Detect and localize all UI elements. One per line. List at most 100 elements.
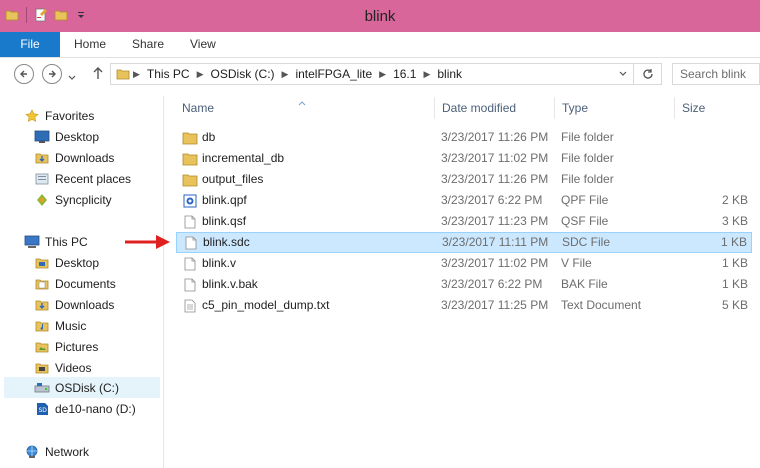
nav-item-desktop[interactable]: Desktop [34,126,99,147]
breadcrumb-separator: ▶ [281,68,289,79]
nav-label: Documents [55,276,116,291]
folder-icon [182,130,198,146]
column-divider[interactable] [554,97,555,119]
column-divider[interactable] [434,97,435,119]
pane-divider[interactable] [163,96,164,468]
refresh-button[interactable] [634,63,662,85]
nav-label: Favorites [45,108,95,123]
column-divider[interactable] [674,97,675,119]
nav-label: This PC [45,234,88,249]
file-row-c5-pin-model-dump[interactable]: c5_pin_model_dump.txt 3/23/2017 11:25 PM… [176,295,752,316]
sd-card-icon: SD [34,401,50,417]
title-bar: blink [0,0,760,32]
nav-item-music[interactable]: Music [34,315,86,336]
pictures-icon [34,339,50,355]
up-button[interactable] [92,66,104,83]
address-history-button[interactable] [619,71,627,77]
file-row-db[interactable]: db 3/23/2017 11:26 PM File folder [176,127,752,148]
nav-item-syncplicity[interactable]: Syncplicity [34,189,112,210]
forward-button[interactable] [42,64,62,84]
nav-item-osdisk[interactable]: OSDisk (C:) [4,377,160,398]
tab-view[interactable]: View [190,32,216,57]
downloads-icon [34,150,50,166]
column-header-type[interactable]: Type [562,97,588,119]
file-name: blink.v [202,256,237,270]
nav-item-network[interactable]: Network [24,441,89,462]
text-document-icon [182,298,198,314]
nav-label: OSDisk (C:) [55,380,119,395]
file-row-blink-v-bak[interactable]: blink.v.bak 3/23/2017 6:22 PM BAK File 1… [176,274,752,295]
file-row-blink-v[interactable]: blink.v 3/23/2017 11:02 PM V File 1 KB [176,253,752,274]
nav-item-favorites[interactable]: Favorites [24,105,94,126]
folder-icon [182,172,198,188]
nav-item-videos[interactable]: Videos [34,357,91,378]
breadcrumb-intelfpga-lite[interactable]: intelFPGA_lite [291,67,376,81]
nav-label: Recent places [55,171,132,186]
file-size: 2 KB [721,193,748,207]
nav-label: Desktop [55,129,100,144]
red-arrow-annotation-icon [124,233,174,254]
file-name-cell: blink.sdc [183,232,250,253]
file-name: db [202,130,216,144]
file-size: 1 KB [721,277,748,291]
file-name-cell: c5_pin_model_dump.txt [182,295,329,316]
chevron-down-icon [619,71,627,76]
breadcrumb-blink[interactable]: blink [433,67,466,81]
tab-home[interactable]: Home [74,32,106,57]
file-date: 3/23/2017 11:11 PM [442,235,549,249]
file-icon [183,235,199,251]
breadcrumb-this-pc[interactable]: This PC [143,67,194,81]
nav-item-de10-nano[interactable]: SD de10-nano (D:) [34,398,136,419]
search-input[interactable]: Search blink [672,63,760,85]
file-type: File folder [561,151,614,165]
file-row-blink-sdc[interactable]: blink.sdc 3/23/2017 11:11 PM SDC File 1 … [176,232,752,253]
file-date: 3/23/2017 11:25 PM [441,298,549,312]
breadcrumb-separator: ▶ [423,68,431,79]
nav-label: Downloads [55,297,115,312]
back-button[interactable] [14,64,34,84]
syncplicity-icon [34,192,50,208]
nav-item-pictures[interactable]: Pictures [34,336,98,357]
column-header-name[interactable]: Name [182,97,214,119]
tab-file[interactable]: File [0,32,60,57]
file-type: SDC File [562,235,611,249]
file-type: File folder [561,172,614,186]
file-icon [182,277,198,293]
refresh-icon [642,69,653,79]
nav-item-recent-places[interactable]: Recent places [34,168,131,189]
network-icon [24,444,40,460]
file-row-output-files[interactable]: output_files 3/23/2017 11:26 PM File fol… [176,169,752,190]
folder-icon [116,67,130,81]
file-size: 1 KB [721,256,748,270]
videos-icon [34,360,50,376]
file-row-blink-qsf[interactable]: blink.qsf 3/23/2017 11:23 PM QSF File 3 … [176,211,752,232]
breadcrumb-separator: ▶ [133,68,140,79]
column-header-size[interactable]: Size [682,97,705,119]
breadcrumb-16-1[interactable]: 16.1 [389,67,420,81]
folder-icon [182,151,198,167]
nav-label: Desktop [55,255,100,270]
file-row-blink-qpf[interactable]: blink.qpf 3/23/2017 6:22 PM QPF File 2 K… [176,190,752,211]
file-date: 3/23/2017 11:23 PM [441,214,549,228]
file-name: blink.qsf [202,214,247,228]
breadcrumb-separator: ▶ [196,68,204,79]
file-name: blink.sdc [203,235,250,249]
nav-item-downloads[interactable]: Downloads [34,147,114,168]
nav-item-documents[interactable]: Documents [34,273,116,294]
nav-item-this-pc[interactable]: This PC [24,231,88,252]
recent-locations-button[interactable] [68,70,76,84]
file-date: 3/23/2017 11:26 PM [441,172,549,186]
nav-item-pc-desktop[interactable]: Desktop [34,252,99,273]
column-header-date[interactable]: Date modified [442,97,516,119]
file-type: BAK File [561,277,608,291]
nav-item-pc-downloads[interactable]: Downloads [34,294,114,315]
file-row-incremental-db[interactable]: incremental_db 3/23/2017 11:02 PM File f… [176,148,752,169]
tab-share[interactable]: Share [132,32,164,57]
address-bar[interactable]: ▶ This PC ▶ OSDisk (C:) ▶ intelFPGA_lite… [110,63,634,85]
breadcrumb-osdisk[interactable]: OSDisk (C:) [207,67,279,81]
file-type: File folder [561,130,614,144]
file-name: blink.v.bak [202,277,258,291]
chevron-down-icon [68,75,76,80]
file-size: 5 KB [721,298,748,312]
file-name: incremental_db [202,151,285,165]
